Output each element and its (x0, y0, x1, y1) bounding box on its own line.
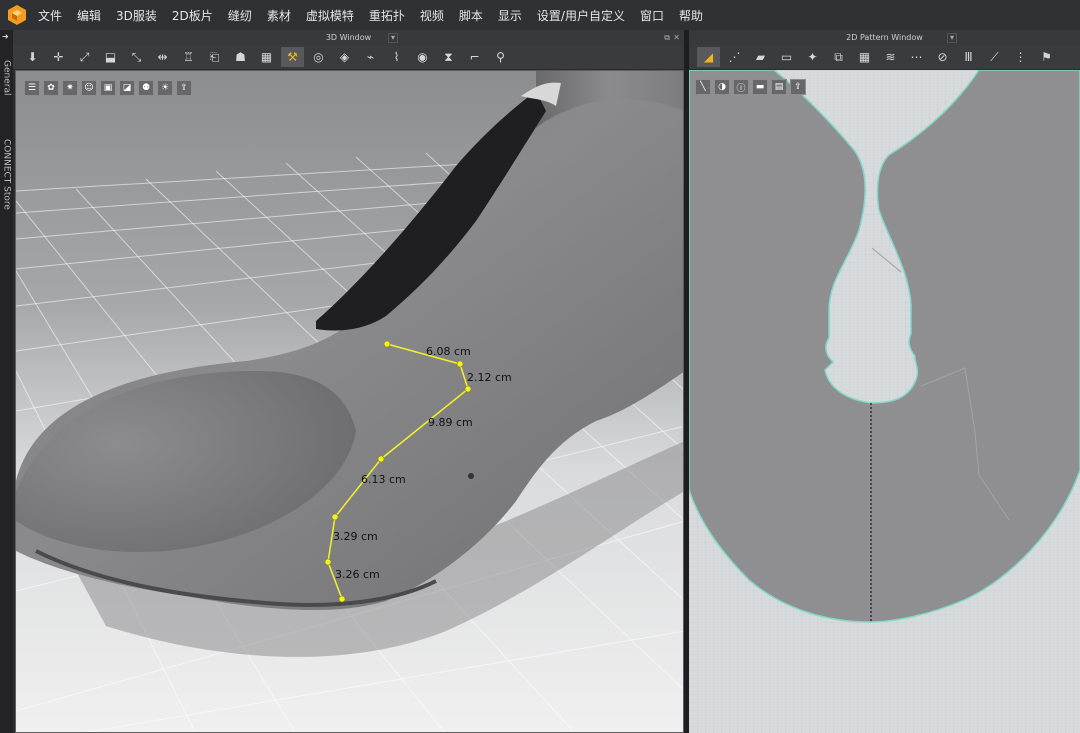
measure-label-6: 3.26 cm (335, 568, 380, 581)
menu-item[interactable]: 帮助 (679, 7, 703, 24)
garment-visibility-icon[interactable]: ▣ (100, 80, 116, 96)
avatar-view-icon[interactable]: ☰ (24, 80, 40, 96)
menu-bar: 文件 编辑 3D服装 2D板片 缝纫 素材 虚拟模特 重拓扑 视频 脚本 显示 设置/用户自定义 窗口帮… (0, 0, 1080, 30)
menu-item[interactable]: 素材 (267, 7, 291, 24)
menu-items: 文件 编辑 3D服装 2D板片 缝纫 素材 虚拟模特 重拓扑 视频 脚本 显示 设置/用户自定义 窗口帮… (38, 7, 718, 24)
measure-label-3: 9.89 cm (428, 416, 473, 429)
app-logo-icon[interactable] (6, 4, 28, 26)
menu-item[interactable]: 编辑 (77, 7, 101, 24)
button-icon[interactable]: ◉ (411, 47, 434, 67)
transform-icon[interactable]: ✛ (47, 47, 70, 67)
avatar-pose-icon[interactable]: ☺ (81, 80, 97, 96)
pleat-icon[interactable]: Ⅲ (957, 47, 980, 67)
menu-item[interactable]: 3D服装 (116, 7, 157, 24)
dart-icon[interactable]: ✦ (801, 47, 824, 67)
view2d-header: 2D Pattern Window ▾ (689, 30, 1080, 45)
grid-texture-icon[interactable]: ▦ (255, 47, 278, 67)
measure-tape-icon[interactable]: ⚒ (281, 47, 304, 67)
menu-item[interactable]: 重拓扑 (369, 7, 405, 24)
pressure-icon[interactable]: ⌐ (463, 47, 486, 67)
measure-label-4: 6.13 cm (361, 473, 406, 486)
menu-item[interactable]: 文件 (38, 7, 62, 24)
pattern-outline-icon[interactable]: ◪ (119, 80, 135, 96)
select-move-icon[interactable]: ⬇ (21, 47, 44, 67)
menu-item[interactable]: 缝纫 (228, 7, 252, 24)
menu-item[interactable]: 窗口 (640, 7, 664, 24)
toolbar-2d: ◢ ⋰ ▰ ▭ ✦ ⧉ ▦ ≋ ⋯ ⊘ Ⅲ ⟋ ⋮ ⚑ (689, 45, 1080, 69)
tape-icon[interactable]: ◈ (333, 47, 356, 67)
point-edit-icon[interactable]: ⤢ (73, 47, 96, 67)
info-icon[interactable]: ⓘ (733, 79, 749, 95)
measure-label-5: 3.29 cm (333, 530, 378, 543)
2d-pattern-viewport[interactable]: ╲ ◑ ⓘ ▬ ▤ ⇪ (689, 70, 1080, 733)
3d-scene[interactable] (16, 71, 684, 733)
view3d-title: 3D Window (325, 33, 372, 42)
selection-tool-icon[interactable]: ◢ (697, 47, 720, 67)
select-all-icon[interactable]: ▤ (771, 79, 787, 95)
topstitch-icon[interactable]: ⋯ (905, 47, 928, 67)
draw-line-icon[interactable]: ╲ (695, 79, 711, 95)
transform-pattern-icon[interactable]: ⋰ (723, 47, 746, 67)
fold-icon[interactable]: ⊘ (931, 47, 954, 67)
sidebar-tab-connect-store[interactable]: CONNECT Store (0, 124, 13, 224)
toolbar-3d: ⬇ ✛ ⤢ ⬓ ⤡ ⇹ ♖ ⎗ ☗ ▦ ⚒ ◎ ◈ ⌁ ⌇ ◉ ⧗ ⌐ ⚲ (13, 45, 684, 69)
mini-toolbar-3d: ☰ ✿ ✷ ☺ ▣ ◪ ⚉ ☀ ⇪ (24, 80, 192, 96)
pin-icon[interactable]: ⤡ (125, 47, 148, 67)
internal-line-icon[interactable]: ≋ (879, 47, 902, 67)
measure-point[interactable] (338, 595, 346, 603)
measure-point[interactable] (383, 340, 391, 348)
menu-item[interactable]: 视频 (420, 7, 444, 24)
measure-point[interactable] (324, 558, 332, 566)
lighting-icon[interactable]: ☀ (157, 80, 173, 96)
measure-label-2: 2.12 cm (467, 371, 512, 384)
mini-toolbar-2d: ╲ ◑ ⓘ ▬ ▤ ⇪ (695, 79, 806, 95)
float-icon[interactable]: ⧉ (664, 33, 670, 43)
render-mode-icon[interactable]: ✷ (62, 80, 78, 96)
3d-viewport[interactable]: ☰ ✿ ✷ ☺ ▣ ◪ ⚉ ☀ ⇪ 6.08 cm 2.12 cm 9.89 cm 6.13 c… (15, 70, 684, 733)
zipper-icon[interactable]: ⧗ (437, 47, 460, 67)
hanger-icon[interactable]: ♖ (177, 47, 200, 67)
measure-icon[interactable]: ⟋ (983, 47, 1006, 67)
left-sidebar: ➜ General CONNECT Store (0, 30, 13, 733)
pin-icon[interactable]: ➜ (2, 32, 9, 41)
export-icon[interactable]: ⇪ (176, 80, 192, 96)
sidebar-tab-general[interactable]: General (0, 48, 13, 108)
close-icon[interactable]: ✕ (673, 33, 680, 42)
runner-icon[interactable]: ⚲ (489, 47, 512, 67)
avatar-skin-icon[interactable]: ⚉ (138, 80, 154, 96)
menu-item[interactable]: 设置/用户自定义 (537, 7, 625, 24)
tack-icon[interactable]: ☗ (229, 47, 252, 67)
menu-item[interactable]: 虚拟模特 (306, 7, 354, 24)
fold-arrangement-icon[interactable]: ⬓ (99, 47, 122, 67)
view3d-dropdown-icon[interactable]: ▾ (388, 32, 398, 43)
measure-point[interactable] (331, 513, 339, 521)
measure-point[interactable] (456, 360, 464, 368)
view2d-title: 2D Pattern Window (846, 33, 923, 42)
grid-texture-icon[interactable]: ▦ (853, 47, 876, 67)
shirt-icon[interactable]: ⚑ (1035, 47, 1058, 67)
measure-point[interactable] (377, 455, 385, 463)
menu-item[interactable]: 2D板片 (172, 7, 213, 24)
segment-sewing-icon[interactable]: ⧉ (827, 47, 850, 67)
seam-allowance-icon[interactable]: ⋮ (1009, 47, 1032, 67)
menu-item[interactable]: 脚本 (459, 7, 483, 24)
folder-icon[interactable]: ▬ (752, 79, 768, 95)
2d-pattern-canvas[interactable] (689, 70, 1080, 733)
export-icon[interactable]: ⇪ (790, 79, 806, 95)
circumference-icon[interactable]: ◎ (307, 47, 330, 67)
arrange-icon[interactable]: ⎗ (203, 47, 226, 67)
view3d-header: 3D Window ▾ ⧉ ✕ (13, 30, 684, 45)
texture-view-icon[interactable]: ✿ (43, 80, 59, 96)
view2d-dropdown-icon[interactable]: ▾ (947, 32, 957, 43)
reference-point[interactable] (468, 473, 474, 479)
measure-label-1: 6.08 cm (426, 345, 471, 358)
elastic-icon[interactable]: ⌇ (385, 47, 408, 67)
visibility-icon[interactable]: ◑ (714, 79, 730, 95)
menu-item[interactable]: 显示 (498, 7, 522, 24)
measure-point[interactable] (464, 385, 472, 393)
rectangle-icon[interactable]: ▭ (775, 47, 798, 67)
polygon-icon[interactable]: ▰ (749, 47, 772, 67)
puckering-icon[interactable]: ⌁ (359, 47, 382, 67)
garment-fitting-icon[interactable]: ⇹ (151, 47, 174, 67)
